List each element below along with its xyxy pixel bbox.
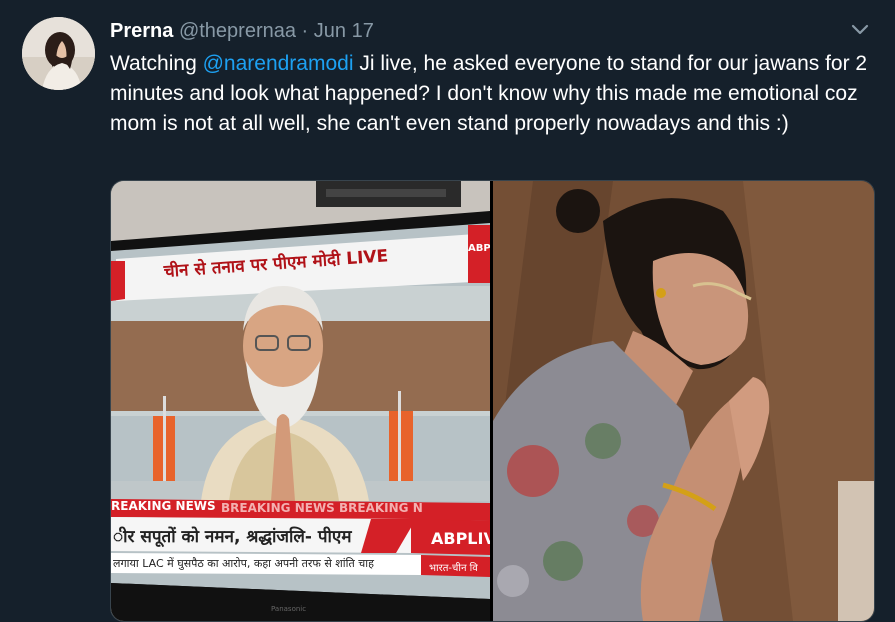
tweet-header: Prerna @theprernaa · Jun 17: [110, 18, 374, 44]
profile-photo: [22, 17, 95, 90]
avatar[interactable]: [22, 17, 95, 90]
tweet-date[interactable]: Jun 17: [314, 20, 374, 42]
display-name[interactable]: Prerna: [110, 20, 173, 42]
channel-live-tag: ABPLIV: [431, 529, 490, 548]
woman-praying-image: [493, 181, 874, 621]
tweet-media[interactable]: चीन से तनाव पर पीएम मोदी LIVE REAKING NE…: [110, 180, 875, 622]
channel-logo: ABP: [468, 243, 490, 254]
tweet-text-before: Watching: [110, 52, 203, 75]
mention-link[interactable]: @narendramodi: [203, 52, 354, 75]
breaking-news-label: REAKING NEWS: [111, 499, 216, 513]
tweet-menu-button[interactable]: [850, 22, 870, 38]
tv-bottom-ticker: लगाया LAC में घुसपैठ का आरोप, कहा अपनी त…: [113, 557, 374, 570]
chevron-down-icon: [851, 24, 869, 35]
media-photo-woman[interactable]: [493, 181, 874, 621]
tv-ticker: ीर सपूतों को नमन, श्रद्धांजलि- पीएम: [113, 527, 352, 547]
media-photo-tv[interactable]: चीन से तनाव पर पीएम मोदी LIVE REAKING NE…: [111, 181, 490, 621]
tv-brand: Panasonic: [271, 605, 307, 613]
user-handle[interactable]: @theprernaa: [179, 20, 296, 42]
breaking-news-repeat: BREAKING NEWS BREAKING N: [221, 501, 423, 515]
separator-dot: ·: [301, 20, 309, 42]
tv-bottom-tag: भारत-चीन वि: [429, 563, 478, 574]
tv-broadcast-image: [111, 181, 490, 621]
tweet-text: Watching @narendramodi Ji live, he asked…: [110, 49, 870, 139]
